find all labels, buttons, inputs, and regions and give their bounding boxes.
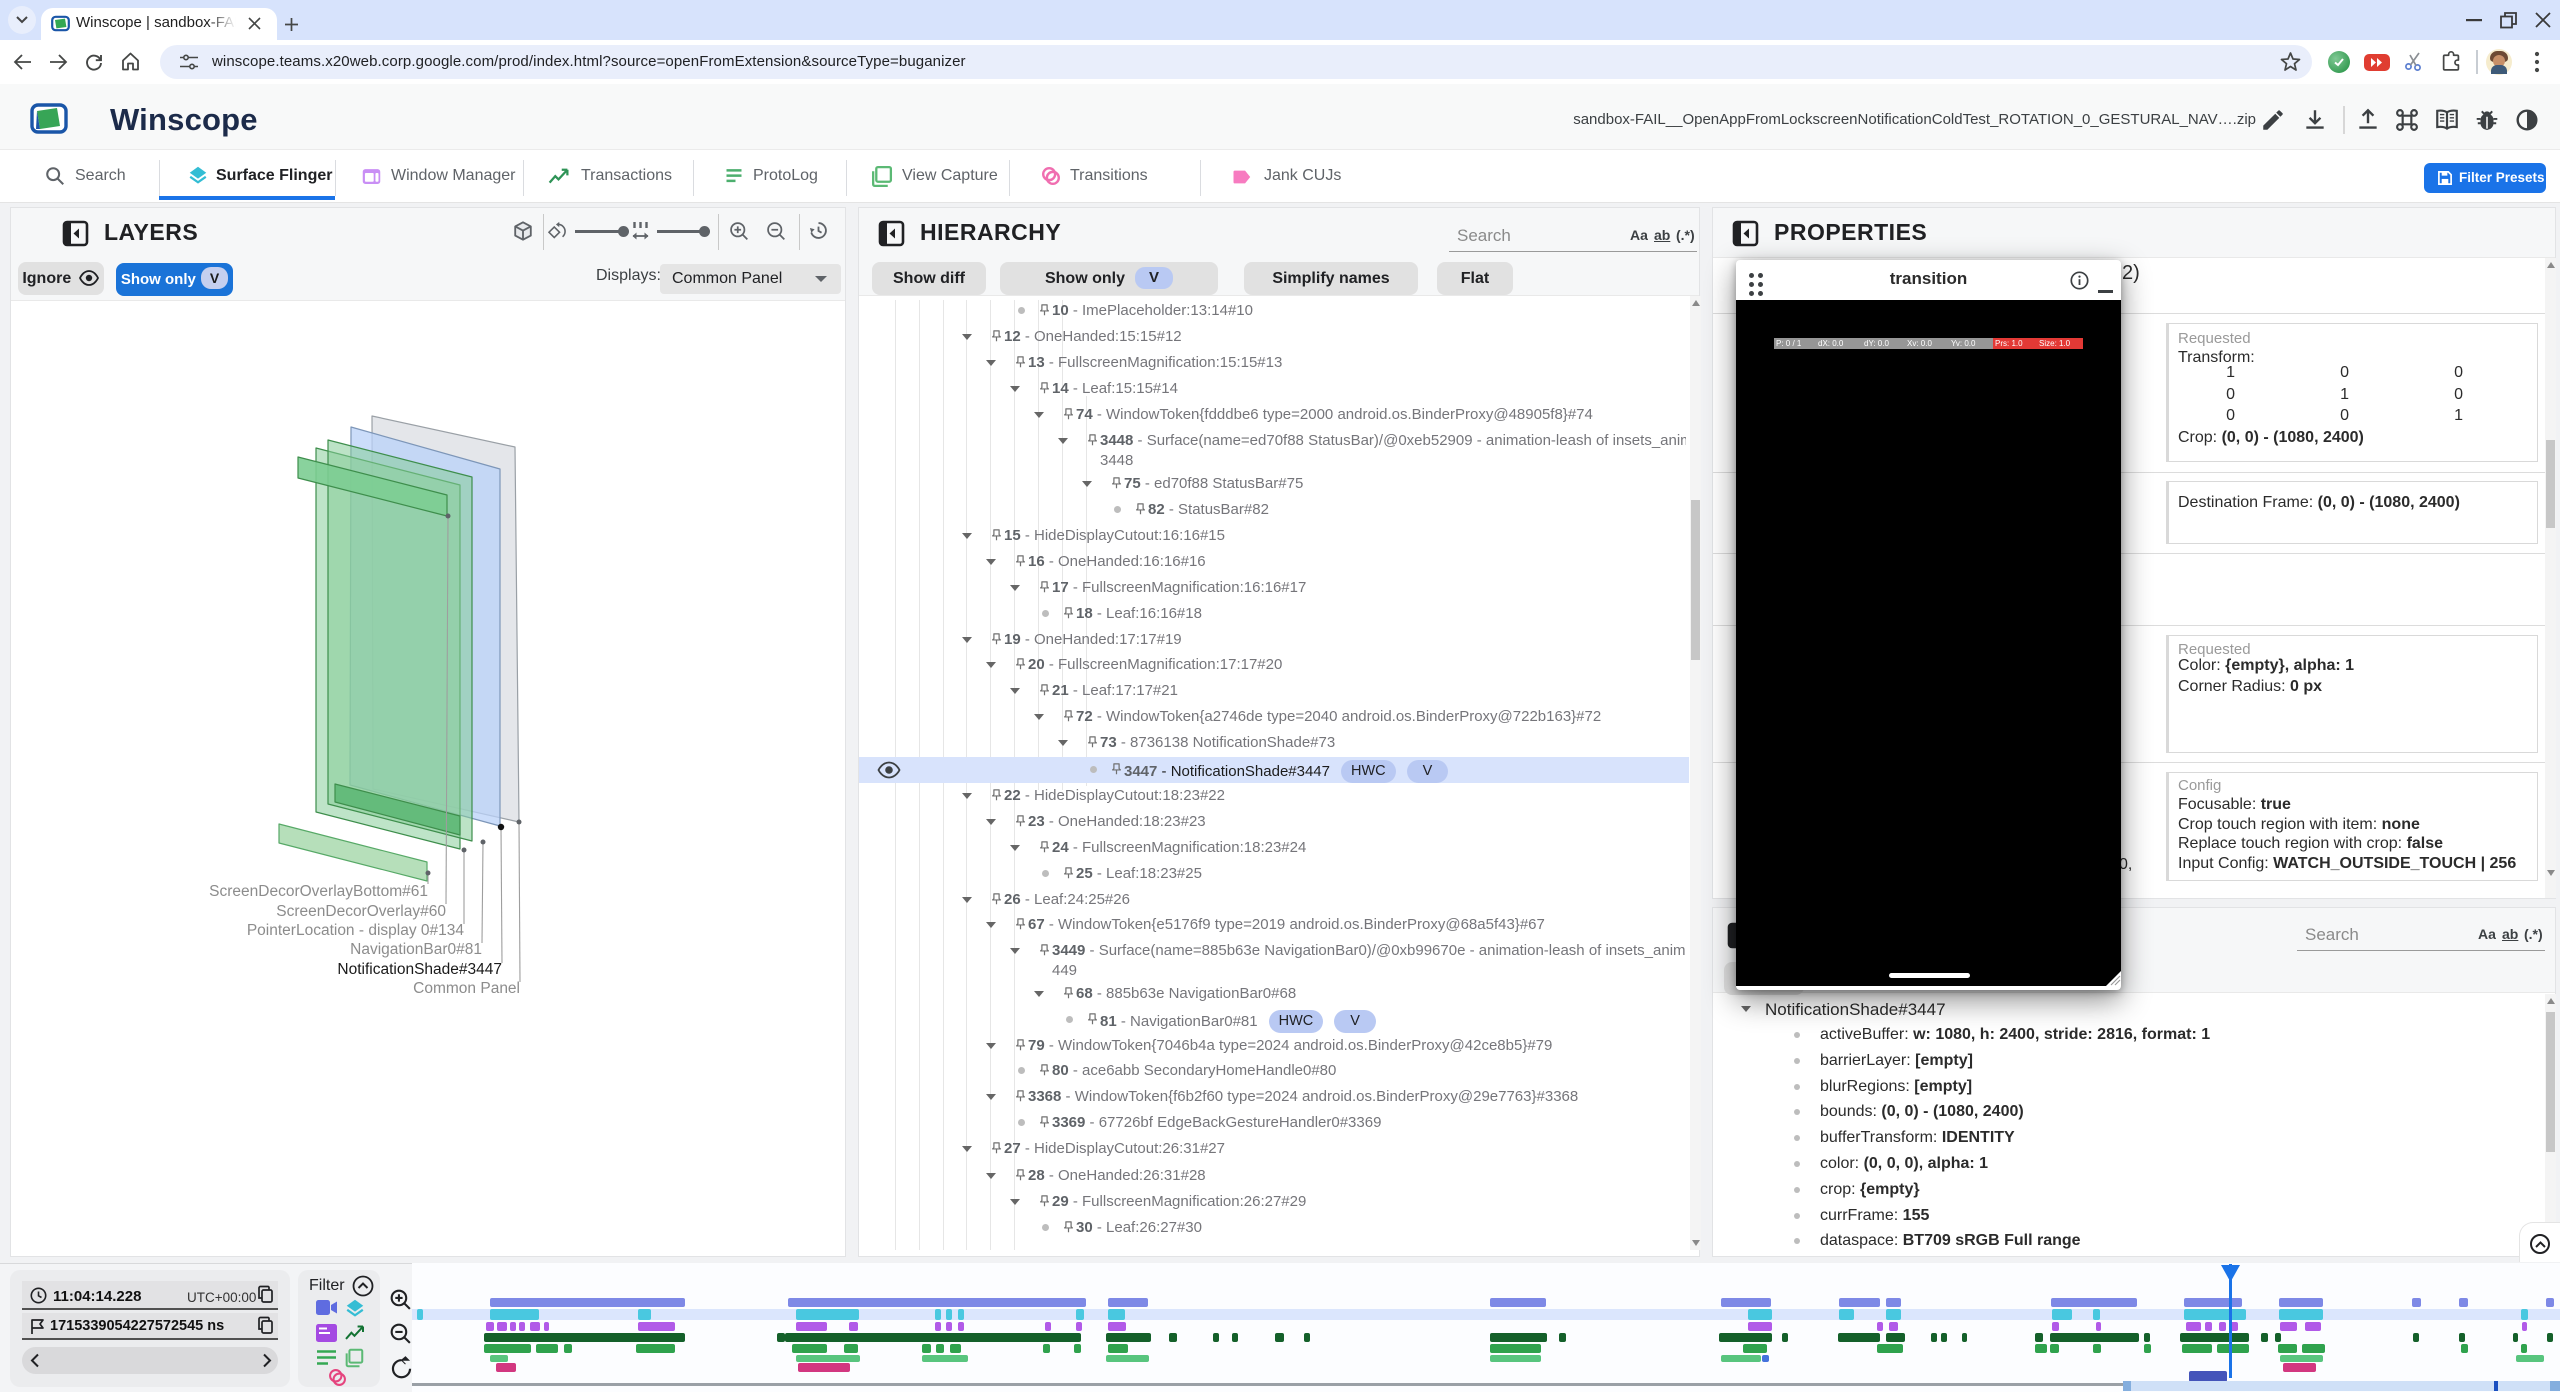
svg-text:ScreenDecorOverlay#60: ScreenDecorOverlay#60 — [276, 903, 446, 920]
svg-text:NotificationShade#3447: NotificationShade#3447 — [337, 961, 502, 978]
svg-text:Common Panel: Common Panel — [413, 980, 520, 997]
svg-text:PointerLocation - display 0#13: PointerLocation - display 0#134 — [247, 922, 465, 939]
svg-text:NavigationBar0#81: NavigationBar0#81 — [350, 941, 482, 958]
svg-text:ScreenDecorOverlayBottom#61: ScreenDecorOverlayBottom#61 — [209, 883, 428, 900]
